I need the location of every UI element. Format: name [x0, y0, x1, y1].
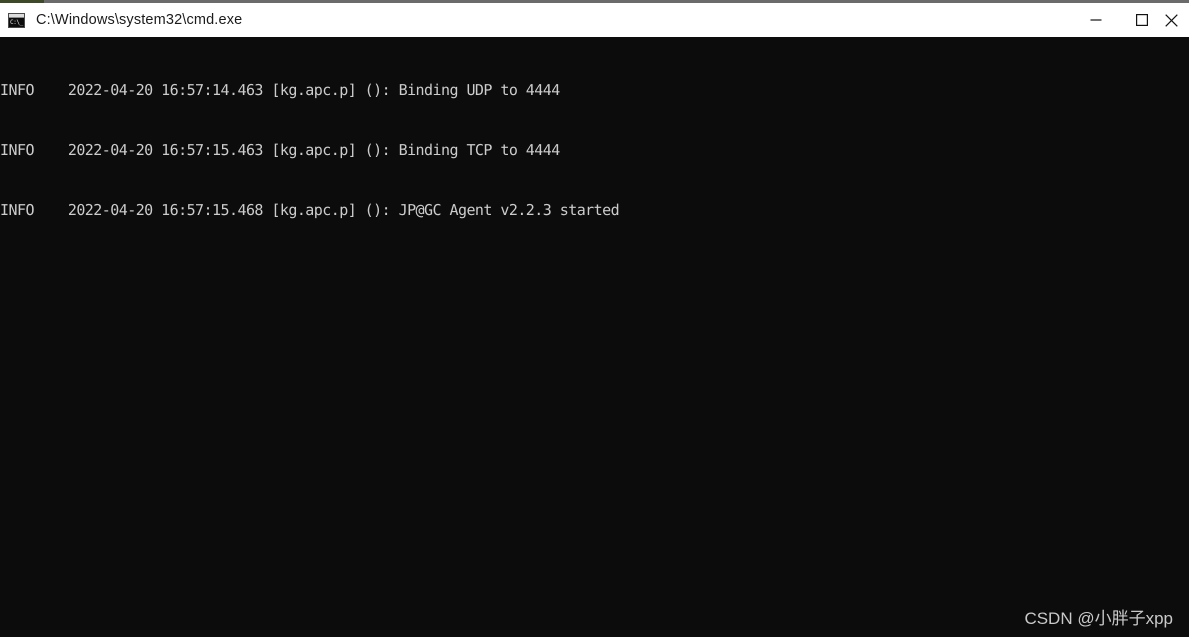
close-button[interactable] — [1165, 3, 1189, 37]
window-title: C:\Windows\system32\cmd.exe — [36, 12, 243, 28]
minimize-button[interactable] — [1073, 3, 1119, 37]
terminal-line: INFO 2022-04-20 16:57:15.468 [kg.apc.p] … — [0, 201, 620, 219]
cmd-console-icon-screen: C:\_ — [9, 17, 24, 27]
terminal-output: INFO 2022-04-20 16:57:14.463 [kg.apc.p] … — [0, 37, 1189, 260]
terminal-body[interactable]: INFO 2022-04-20 16:57:14.463 [kg.apc.p] … — [0, 37, 1189, 637]
window-top-border — [0, 0, 1189, 3]
terminal-line: INFO 2022-04-20 16:57:14.463 [kg.apc.p] … — [0, 81, 560, 99]
watermark: CSDN @小胖子xpp — [1024, 609, 1173, 628]
window-controls — [1073, 3, 1189, 37]
minimize-icon — [1090, 19, 1102, 21]
cmd-console-icon[interactable]: C:\_ — [8, 12, 25, 28]
title-bar-left: C:\_ C:\Windows\system32\cmd.exe — [0, 12, 1073, 28]
title-bar[interactable]: C:\_ C:\Windows\system32\cmd.exe — [0, 3, 1189, 37]
cmd-window: C:\_ C:\Windows\system32\cmd.exe INFO 20… — [0, 0, 1189, 637]
window-top-border-accent — [0, 0, 44, 3]
maximize-icon — [1136, 14, 1148, 26]
close-icon — [1165, 13, 1178, 27]
terminal-line: INFO 2022-04-20 16:57:15.463 [kg.apc.p] … — [0, 141, 560, 159]
maximize-button[interactable] — [1119, 3, 1165, 37]
